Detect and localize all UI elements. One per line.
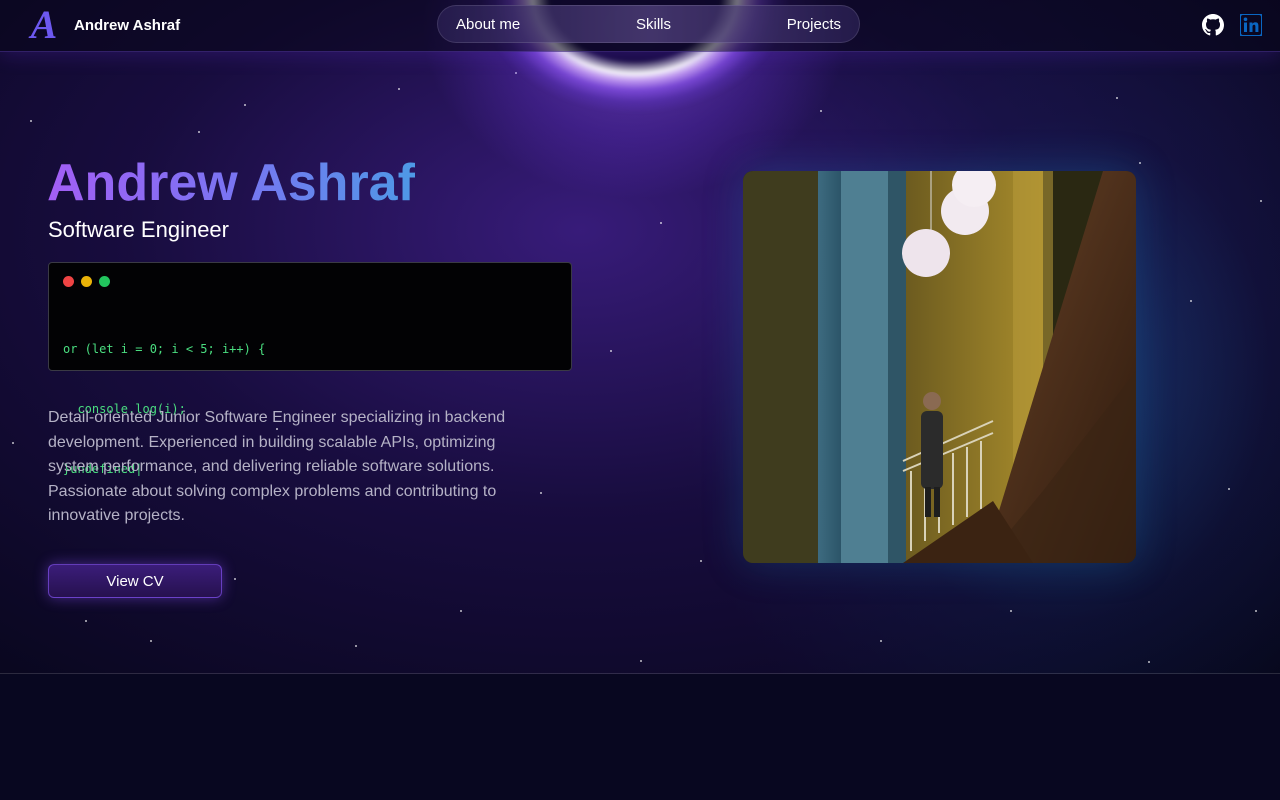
github-icon[interactable] [1202, 14, 1224, 36]
window-controls [63, 276, 557, 287]
hero-role: Software Engineer [48, 217, 229, 242]
maximize-dot-icon [99, 276, 110, 287]
brand[interactable]: A Andrew Ashraf [24, 5, 180, 45]
linkedin-icon[interactable] [1239, 13, 1263, 37]
brand-name: Andrew Ashraf [74, 16, 181, 34]
nav-skills[interactable]: Skills [636, 16, 671, 33]
close-dot-icon [63, 276, 74, 287]
brand-logo-icon: A [30, 2, 58, 47]
code-window: or (let i = 0; i < 5; i++) { console.log… [48, 262, 572, 476]
hero-name: Andrew Ashraf [47, 154, 415, 212]
code-line: or (let i = 0; i < 5; i++) { [63, 342, 266, 356]
bio-text: Detail-oriented Junior Software Engineer… [48, 409, 506, 525]
minimize-dot-icon [81, 276, 92, 287]
site-header: A Andrew Ashraf About me Skills Projects [0, 0, 1280, 52]
nav-projects[interactable]: Projects [787, 16, 841, 33]
nav-about-me[interactable]: About me [456, 16, 520, 33]
main-nav: About me Skills Projects [437, 5, 860, 43]
view-cv-button[interactable]: View CV [48, 564, 222, 598]
profile-photo [743, 171, 1136, 563]
next-section [0, 674, 1280, 800]
